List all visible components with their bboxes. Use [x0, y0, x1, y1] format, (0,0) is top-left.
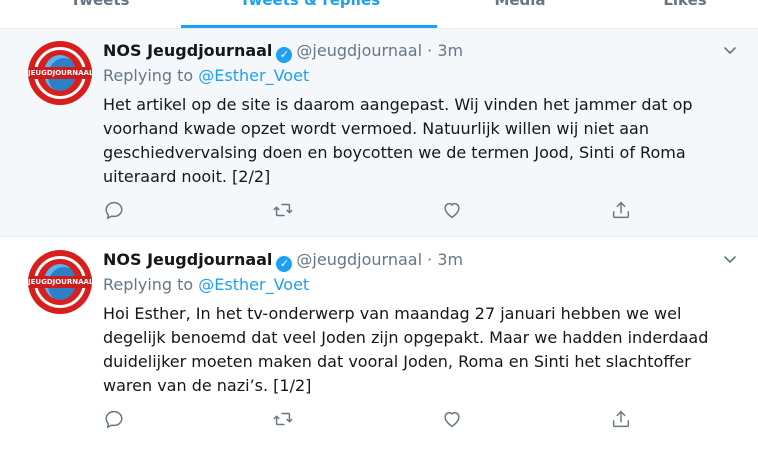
- author-name[interactable]: NOS Jeugdjournaal: [103, 250, 272, 269]
- replying-to: Replying to @Esther_Voet: [103, 275, 309, 295]
- separator-dot: ·: [427, 41, 433, 60]
- share-icon[interactable]: [610, 408, 634, 432]
- separator-dot: ·: [427, 250, 433, 269]
- heart-icon[interactable]: [441, 199, 465, 223]
- author-name[interactable]: NOS Jeugdjournaal: [103, 41, 272, 60]
- tweet[interactable]: JEUGDJOURNAAL NOS Jeugdjournaal ✓ @jeugdjo…: [0, 29, 758, 237]
- replying-to-link[interactable]: @Esther_Voet: [198, 66, 309, 85]
- avatar[interactable]: JEUGDJOURNAAL: [28, 41, 92, 105]
- tweet-header: NOS Jeugdjournaal ✓ @jeugdjournaal · 3m: [103, 41, 463, 63]
- tab-tweets-and-replies[interactable]: Tweets & replies: [200, 0, 420, 12]
- retweet-icon[interactable]: [272, 408, 296, 432]
- tweet-timestamp[interactable]: 3m: [437, 41, 463, 60]
- share-icon[interactable]: [610, 199, 634, 223]
- avatar-logo-text: JEUGDJOURNAAL: [28, 276, 92, 288]
- tweet-header: NOS Jeugdjournaal ✓ @jeugdjournaal · 3m: [103, 250, 463, 272]
- reply-icon[interactable]: [103, 199, 127, 223]
- profile-tabs: Tweets Tweets & replies Media Likes: [0, 0, 758, 29]
- replying-to-label: Replying to: [103, 275, 194, 294]
- tweet[interactable]: JEUGDJOURNAAL NOS Jeugdjournaal ✓ @jeugdjo…: [0, 238, 758, 450]
- tweet-timestamp[interactable]: 3m: [437, 250, 463, 269]
- retweet-icon[interactable]: [272, 199, 296, 223]
- tweet-actions: [0, 199, 758, 223]
- heart-icon[interactable]: [441, 408, 465, 432]
- tweet-actions: [0, 408, 758, 432]
- tweet-text: Hoi Esther, In het tv-onderwerp van maan…: [103, 304, 709, 395]
- reply-icon[interactable]: [103, 408, 127, 432]
- verified-badge-icon: ✓: [276, 256, 293, 272]
- author-handle[interactable]: @jeugdjournaal: [296, 250, 422, 269]
- chevron-down-icon[interactable]: [720, 43, 740, 63]
- verified-badge-icon: ✓: [276, 47, 293, 63]
- replying-to-label: Replying to: [103, 66, 194, 85]
- tweet-text: Het artikel op de site is daarom aangepa…: [103, 95, 693, 186]
- avatar[interactable]: JEUGDJOURNAAL: [28, 250, 92, 314]
- active-tab-indicator: [181, 25, 437, 28]
- avatar-logo-text: JEUGDJOURNAAL: [28, 67, 92, 79]
- tab-media[interactable]: Media: [480, 0, 560, 12]
- chevron-down-icon[interactable]: [720, 252, 740, 272]
- tab-tweets[interactable]: Tweets: [60, 0, 140, 12]
- tab-likes[interactable]: Likes: [645, 0, 725, 12]
- replying-to-link[interactable]: @Esther_Voet: [198, 275, 309, 294]
- replying-to: Replying to @Esther_Voet: [103, 66, 309, 86]
- author-handle[interactable]: @jeugdjournaal: [296, 41, 422, 60]
